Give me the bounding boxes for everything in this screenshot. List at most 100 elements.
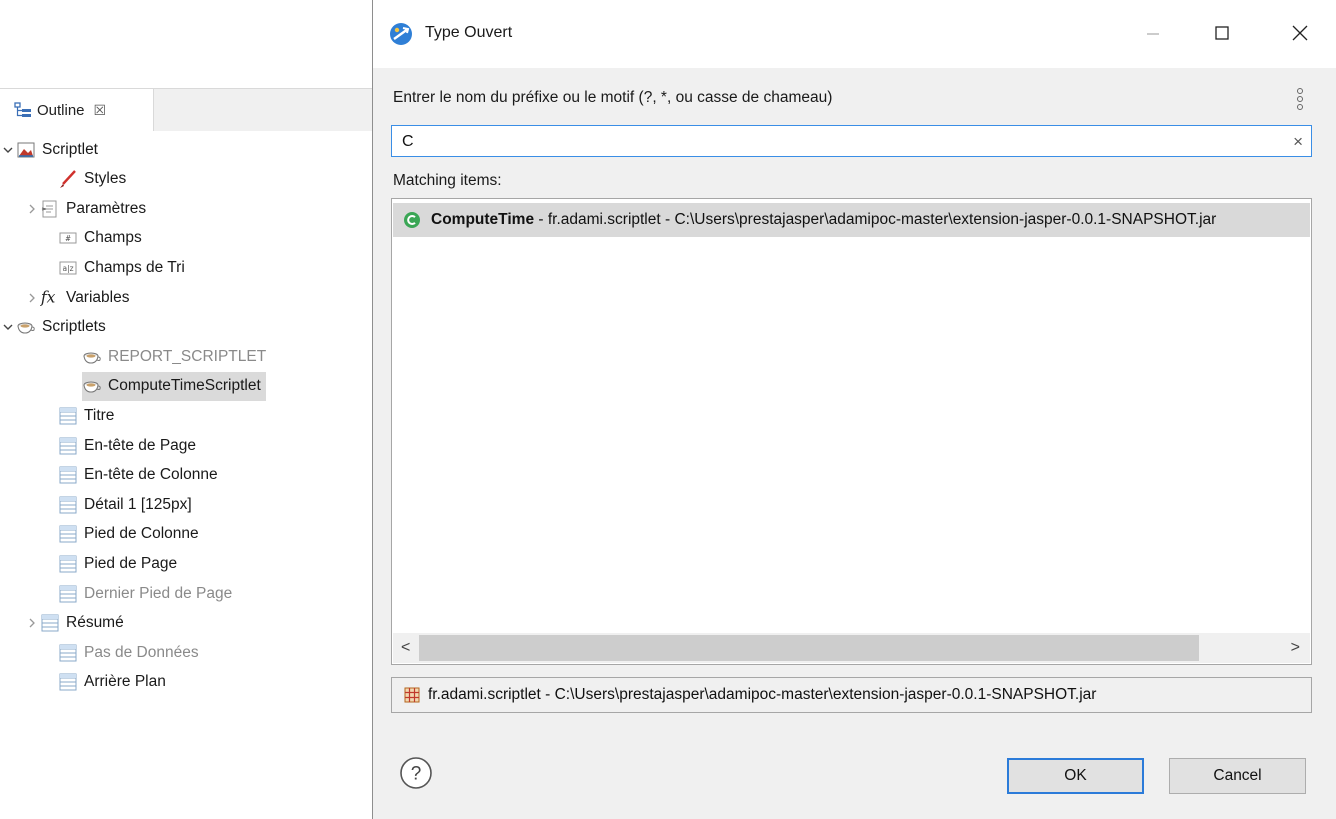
view-menu-icon[interactable] <box>1293 86 1307 114</box>
tree-item[interactable]: Scriptlets <box>0 313 106 342</box>
tree-item-label: Pas de Données <box>84 643 199 661</box>
close-icon[interactable]: ☒ <box>94 102 107 119</box>
tree-item-label: En-tête de Page <box>84 436 197 454</box>
scrollbar-thumb[interactable] <box>419 635 1199 661</box>
outline-tab[interactable]: Outline ☒ <box>0 89 154 131</box>
coffee-cup-icon <box>82 376 102 396</box>
matching-items-list[interactable]: ComputeTime - fr.adami.scriptlet - C:\Us… <box>391 198 1312 665</box>
parameters-icon <box>40 199 60 219</box>
tree-item[interactable]: Détail 1 [125px] <box>42 490 192 519</box>
tree-item[interactable]: Styles <box>42 165 126 194</box>
tree-item[interactable]: REPORT_SCRIPTLET <box>66 342 266 371</box>
tree-item-content: Scriptlet <box>16 140 98 160</box>
tree-item[interactable]: Paramètres <box>24 194 146 223</box>
result-text: ComputeTime - fr.adami.scriptlet - C:\Us… <box>431 211 1216 229</box>
minimize-icon <box>1147 33 1159 35</box>
band-icon <box>58 643 78 663</box>
tree-item[interactable]: Résumé <box>24 609 124 638</box>
tree-item-label: En-tête de Colonne <box>84 466 218 484</box>
cancel-button[interactable]: Cancel <box>1169 758 1306 794</box>
tree-item[interactable]: fx Variables <box>24 283 129 312</box>
tree-item[interactable]: Pas de Données <box>42 638 199 667</box>
search-input[interactable] <box>392 126 1284 158</box>
tree-item-label: Pied de Colonne <box>84 525 199 543</box>
open-type-icon <box>390 23 412 45</box>
band-icon <box>58 672 78 692</box>
tree-item-content: Styles <box>58 169 126 189</box>
tree-item-label: Titre <box>84 406 115 424</box>
class-icon <box>404 212 420 228</box>
open-type-dialog: Type Ouvert Entrer le nom du préfixe ou … <box>372 0 1336 819</box>
tree-item[interactable]: ComputeTimeScriptlet <box>66 371 266 401</box>
tree-item[interactable]: Arrière Plan <box>42 668 166 697</box>
outline-tab-bar: Outline ☒ <box>0 88 372 131</box>
tree-item[interactable]: En-tête de Colonne <box>42 461 218 490</box>
tree-item[interactable]: En-tête de Page <box>42 431 196 460</box>
tree-item[interactable]: Pied de Page <box>42 549 177 578</box>
horizontal-scrollbar[interactable]: < > <box>393 633 1310 663</box>
scroll-left-arrow[interactable]: < <box>401 639 410 657</box>
details-pane: fr.adami.scriptlet - C:\Users\prestajasp… <box>391 677 1312 713</box>
dialog-titlebar: Type Ouvert <box>373 0 1336 68</box>
tree-item-content: Pas de Données <box>58 643 199 663</box>
chevron-down-icon[interactable] <box>0 142 16 158</box>
close-window-button[interactable] <box>1285 18 1315 48</box>
tree-item-content: Résumé <box>40 613 124 633</box>
tree-item-content: Pied de Colonne <box>58 524 199 544</box>
chevron-right-icon[interactable] <box>24 615 40 631</box>
tree-item-content: # Champs <box>58 228 142 248</box>
outline-icon <box>14 102 31 117</box>
chevron-down-icon[interactable] <box>0 319 16 335</box>
tree-item-content: Arrière Plan <box>58 672 166 692</box>
tree-item-label: Résumé <box>66 614 124 632</box>
scroll-right-arrow[interactable]: > <box>1291 639 1300 657</box>
tree-item-label: Arrière Plan <box>84 673 166 691</box>
outline-view: Outline ☒ Scriptlet Styles Paramètres # Cham… <box>0 0 372 819</box>
band-icon <box>58 436 78 456</box>
tree-item[interactable]: Pied de Colonne <box>42 520 199 549</box>
tree-item[interactable]: Dernier Pied de Page <box>42 579 232 608</box>
tree-item[interactable]: Titre <box>42 401 114 430</box>
chevron-right-icon[interactable] <box>24 201 40 217</box>
tree-item-label: Champs de Tri <box>84 258 185 276</box>
tree-item-content: a|z Champs de Tri <box>58 258 185 278</box>
tree-item[interactable]: a|z Champs de Tri <box>42 253 185 282</box>
tree-item-content: En-tête de Page <box>58 436 196 456</box>
tree-item-label: REPORT_SCRIPTLET <box>108 347 267 365</box>
tree-item-label: Paramètres <box>66 199 147 217</box>
package-icon <box>404 687 420 703</box>
coffee-cup-icon <box>82 347 102 367</box>
search-prompt-label: Entrer le nom du préfixe ou le motif (?,… <box>393 89 833 106</box>
close-icon <box>1292 25 1308 41</box>
minimize-button[interactable] <box>1138 18 1168 48</box>
tree-item-content: Paramètres <box>40 199 146 219</box>
band-icon <box>58 465 78 485</box>
maximize-button[interactable] <box>1207 18 1237 48</box>
tree-item-label: Détail 1 [125px] <box>84 495 192 513</box>
tree-item-content: Pied de Page <box>58 554 177 574</box>
report-icon <box>16 140 36 160</box>
tree-item-label: Dernier Pied de Page <box>84 584 233 602</box>
result-type-name: ComputeTime <box>431 211 535 228</box>
search-field: × <box>391 125 1312 158</box>
dialog-title: Type Ouvert <box>425 24 513 41</box>
tree-item-label: ComputeTimeScriptlet <box>108 377 261 395</box>
outline-tab-label: Outline <box>37 101 85 119</box>
ok-button[interactable]: OK <box>1007 758 1144 794</box>
tree-item[interactable]: Scriptlet <box>0 135 98 164</box>
list-item[interactable]: ComputeTime - fr.adami.scriptlet - C:\Us… <box>393 203 1310 237</box>
tree-item[interactable]: # Champs <box>42 224 142 253</box>
tree-item-content: Dernier Pied de Page <box>58 584 232 604</box>
help-icon[interactable]: ? <box>399 756 433 790</box>
chevron-right-icon[interactable] <box>24 290 40 306</box>
tree-item-content: En-tête de Colonne <box>58 465 218 485</box>
tree-item-label: Champs <box>84 229 142 247</box>
clear-search-icon[interactable]: × <box>1293 132 1303 152</box>
band-icon <box>40 613 60 633</box>
tree-item-content: Détail 1 [125px] <box>58 495 192 515</box>
